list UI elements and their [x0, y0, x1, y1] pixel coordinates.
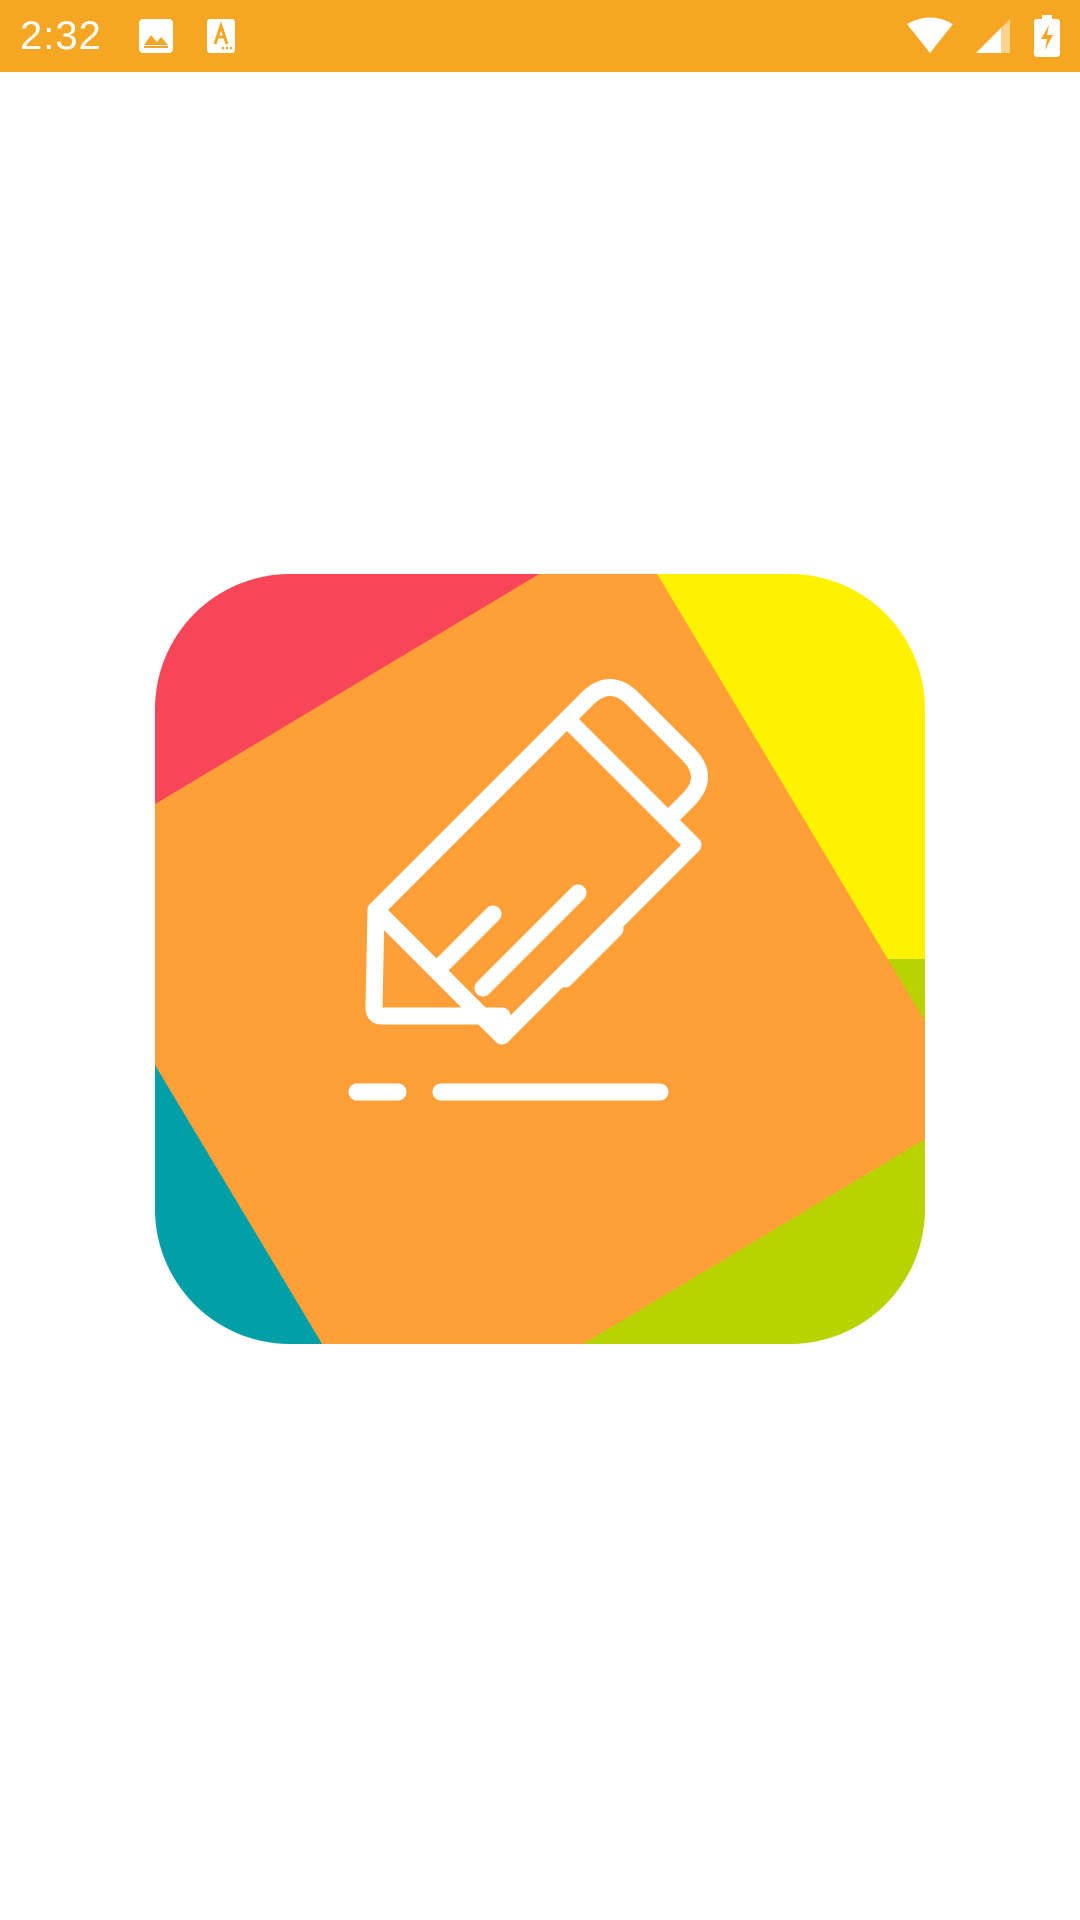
- status-bar-left: 2:32: [20, 14, 268, 59]
- status-bar-right: [884, 15, 1060, 57]
- battery-charging-icon: [1034, 15, 1060, 57]
- image-notification-icon: [138, 18, 174, 54]
- splash-screen: [0, 72, 1080, 1920]
- app-logo: [155, 574, 925, 1344]
- font-download-notification-icon: [206, 18, 236, 54]
- status-time: 2:32: [20, 13, 102, 58]
- cell-signal-icon: [976, 18, 1012, 54]
- status-bar: 2:32: [0, 0, 1080, 72]
- wifi-icon: [906, 17, 954, 55]
